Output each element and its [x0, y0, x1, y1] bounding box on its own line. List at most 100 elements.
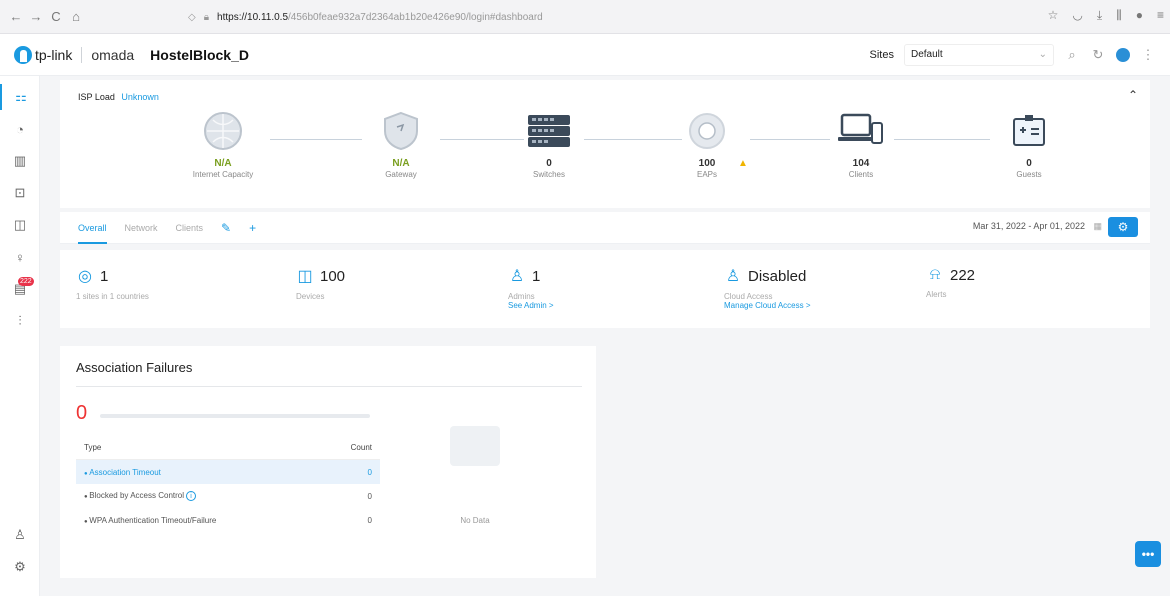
sidebar: ⚏ ◔ ▥ ⊡ ◫ ♀ ▤ 222 ⫶ ♙ ⚙ — [0, 76, 40, 596]
gear-icon: ⚙ — [14, 559, 26, 574]
gateway-value: N/A — [392, 158, 410, 169]
menu-icon[interactable]: ≡ — [1157, 8, 1164, 23]
dashboard-tabs: Overall Network Clients ✎ + Mar 31, 2022… — [60, 212, 1150, 244]
row-type: WPA Authentication Timeout/Failure — [84, 516, 216, 525]
home-button[interactable]: ⌂ — [66, 9, 86, 24]
brand-omada: omada — [91, 46, 135, 63]
sidebar-item-insights[interactable]: ♀ — [0, 244, 40, 270]
more-icon[interactable]: ⋮ — [1140, 47, 1156, 63]
table-row[interactable]: Blocked by Access Controli 0 — [76, 484, 380, 508]
gateway-shield-icon — [378, 110, 424, 152]
failures-table: Type Count Association Timeout 0 Blocked… — [76, 436, 380, 532]
devices-sub: Devices — [296, 292, 325, 301]
access-point-icon — [684, 110, 730, 152]
url-text: https://10.11.0.5/456b0feae932a7d2364ab1… — [217, 11, 543, 23]
user-avatar-icon[interactable] — [1116, 48, 1130, 62]
topology-switches[interactable]: 0 Switches — [494, 110, 604, 179]
cloud-access-status: Disabled — [748, 267, 807, 285]
pocket-icon[interactable]: ◡ — [1072, 8, 1082, 23]
no-data-placeholder: No Data — [450, 426, 500, 525]
sidebar-item-statistics[interactable]: ◔ — [0, 116, 40, 142]
row-type: Association Timeout — [84, 468, 161, 477]
search-icon[interactable]: ⌕ — [1064, 47, 1080, 63]
shield-icon: ◇ — [188, 11, 196, 23]
bookmark-star-icon[interactable]: ☆ — [1048, 8, 1059, 23]
warning-icon[interactable]: ▲ — [738, 158, 748, 169]
internet-value: N/A — [214, 158, 232, 169]
sidebar-item-map[interactable]: ▥ — [0, 148, 40, 174]
laptop-phone-icon — [838, 110, 884, 152]
reload-button[interactable]: C — [46, 9, 66, 24]
clock-chart-icon: ◔ — [16, 121, 24, 137]
table-row[interactable]: WPA Authentication Timeout/Failure 0 — [76, 508, 380, 532]
see-admin-link[interactable]: See Admin > — [508, 301, 554, 310]
chat-button[interactable]: ••• — [1135, 541, 1161, 567]
switches-label: Switches — [532, 170, 565, 179]
refresh-icon[interactable]: ↻ — [1090, 47, 1106, 63]
isp-load-label: ISP Load — [78, 92, 115, 102]
clients-label: Clients — [848, 170, 874, 179]
summary-alerts[interactable]: ⍾ 222 Alerts — [926, 266, 975, 299]
calendar-icon: ▦ — [1093, 221, 1102, 231]
summary-admins[interactable]: ♙ 1 Admins See Admin > — [508, 266, 554, 311]
sidebar-item-clients[interactable]: ◫ — [0, 212, 40, 238]
date-range-picker[interactable]: Mar 31, 2022 - Apr 01, 2022 ▦ — [973, 221, 1102, 232]
dashboard-icon: ⚏ — [15, 89, 27, 104]
isp-load-value: Unknown — [121, 92, 159, 102]
edit-icon[interactable]: ✎ — [221, 221, 231, 235]
col-count: Count — [350, 443, 372, 452]
add-tab-icon[interactable]: + — [249, 221, 256, 235]
isp-load: ISP Load Unknown — [78, 92, 159, 102]
lock-icon: 🔒︎ — [203, 11, 210, 23]
back-button[interactable]: ← — [6, 9, 26, 24]
extension-icon[interactable]: ● — [1136, 8, 1143, 23]
map-icon: ▥ — [13, 153, 27, 168]
chevron-down-icon: ⌄ — [1038, 49, 1047, 60]
summary-devices[interactable]: ◫ 100 Devices — [296, 266, 345, 302]
sidebar-item-account[interactable]: ♙ — [0, 522, 40, 548]
download-icon[interactable]: ⤓ — [1097, 8, 1102, 23]
table-row[interactable]: Association Timeout 0 — [76, 460, 380, 484]
info-icon[interactable]: i — [186, 491, 197, 501]
switch-icon — [526, 110, 572, 152]
guest-badge-icon — [1006, 110, 1052, 152]
globe-icon — [200, 110, 246, 152]
app-header: tp-link omada HostelBlock_D Sites Defaul… — [0, 34, 1170, 76]
address-bar[interactable]: ◇ 🔒︎ https://10.11.0.5/456b0feae932a7d23… — [188, 6, 958, 28]
library-icon[interactable]: ⫼ — [1116, 8, 1122, 23]
tab-clients[interactable]: Clients — [176, 212, 204, 244]
sidebar-item-devices[interactable]: ⊡ — [0, 180, 40, 206]
browser-toolbar: ← → C ⌂ ◇ 🔒︎ https://10.11.0.5/456b0feae… — [0, 0, 1170, 34]
summary-sites[interactable]: ◎ 1 1 sites in 1 countries — [76, 266, 149, 302]
sidebar-item-settings[interactable]: ⚙ — [0, 554, 40, 580]
topology-eaps[interactable]: 100 EAPs ▲ — [652, 110, 762, 179]
site-select[interactable]: Default ⌄ — [904, 44, 1054, 66]
topology-internet[interactable]: N/A Internet Capacity — [168, 110, 278, 179]
row-count: 0 — [367, 515, 372, 525]
report-icon: ⫶ — [18, 313, 22, 328]
chevron-up-icon[interactable]: ⌃ — [1128, 88, 1138, 102]
sidebar-item-reports[interactable]: ⫶ — [0, 308, 40, 334]
device-icon: ⊡ — [14, 185, 26, 200]
alerts-sub: Alerts — [926, 290, 947, 299]
guests-value: 0 — [1026, 158, 1032, 169]
sidebar-item-dashboard[interactable]: ⚏ — [0, 84, 40, 110]
brand-tplink: tp-link — [35, 46, 73, 63]
summary-row: ◎ 1 1 sites in 1 countries ◫ 100 Devices ♙… — [60, 250, 1150, 328]
site-name: HostelBlock_D — [150, 46, 249, 63]
forward-button[interactable]: → — [26, 9, 46, 24]
tab-network[interactable]: Network — [125, 212, 158, 244]
site-selected-value: Default — [911, 49, 943, 60]
dashboard-settings-button[interactable]: ⚙ — [1108, 217, 1138, 237]
topology-clients[interactable]: 104 Clients — [806, 110, 916, 179]
summary-cloud-access[interactable]: ♙ Disabled Cloud Access Manage Cloud Acce… — [724, 266, 811, 311]
logo: tp-link omada — [14, 45, 135, 64]
divider — [76, 386, 582, 387]
sidebar-item-logs[interactable]: ▤ 222 — [0, 276, 40, 302]
association-failures-card: Association Failures 0 Type Count Associ… — [60, 346, 596, 578]
topology-guests[interactable]: 0 Guests — [974, 110, 1084, 179]
tab-overall[interactable]: Overall — [78, 212, 107, 244]
failures-bar — [100, 414, 370, 418]
manage-cloud-access-link[interactable]: Manage Cloud Access > — [724, 301, 811, 310]
topology-gateway[interactable]: N/A Gateway — [346, 110, 456, 179]
